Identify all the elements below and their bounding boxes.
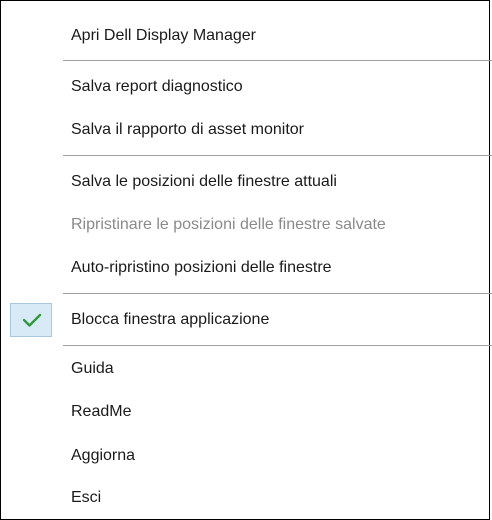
menu-item-update[interactable]: Aggiorna [1, 437, 489, 475]
menu-separator [63, 345, 492, 346]
menu-item-label: Auto-ripristino posizioni delle finestre [71, 259, 332, 276]
menu-item-save-window-positions[interactable]: Salva le posizioni delle finestre attual… [1, 163, 489, 201]
menu-item-help[interactable]: Guida [1, 350, 489, 388]
menu-separator [63, 155, 492, 156]
menu-item-label: Guida [71, 360, 114, 377]
menu-item-label: Apri Dell Display Manager [71, 27, 256, 44]
menu-item-save-diagnostic-report[interactable]: Salva report diagnostico [1, 68, 489, 106]
menu-item-restore-window-positions: Ripristinare le posizioni delle finestre… [1, 206, 489, 244]
menu-item-lock-app-window[interactable]: Blocca finestra applicazione [1, 301, 489, 339]
menu-separator [63, 60, 492, 61]
menu-item-label: ReadMe [71, 403, 132, 420]
menu-item-label: Salva il rapporto di asset monitor [71, 121, 304, 138]
menu-item-label: Salva le posizioni delle finestre attual… [71, 173, 337, 190]
menu-item-label: Esci [71, 489, 102, 506]
menu-item-label: Ripristinare le posizioni delle finestre… [71, 216, 386, 233]
context-menu: Apri Dell Display Manager Salva report d… [0, 0, 492, 520]
menu-item-label: Aggiorna [71, 447, 136, 464]
menu-item-auto-restore-window-positions[interactable]: Auto-ripristino posizioni delle finestre [1, 249, 489, 287]
menu-separator [63, 293, 492, 294]
menu-item-label: Salva report diagnostico [71, 78, 243, 95]
menu-item-readme[interactable]: ReadMe [1, 393, 489, 431]
menu-item-save-asset-report[interactable]: Salva il rapporto di asset monitor [1, 111, 489, 149]
menu-item-exit[interactable]: Esci [1, 479, 489, 517]
menu-item-open-ddm[interactable]: Apri Dell Display Manager [1, 17, 489, 55]
menu-item-label: Blocca finestra applicazione [71, 311, 270, 328]
